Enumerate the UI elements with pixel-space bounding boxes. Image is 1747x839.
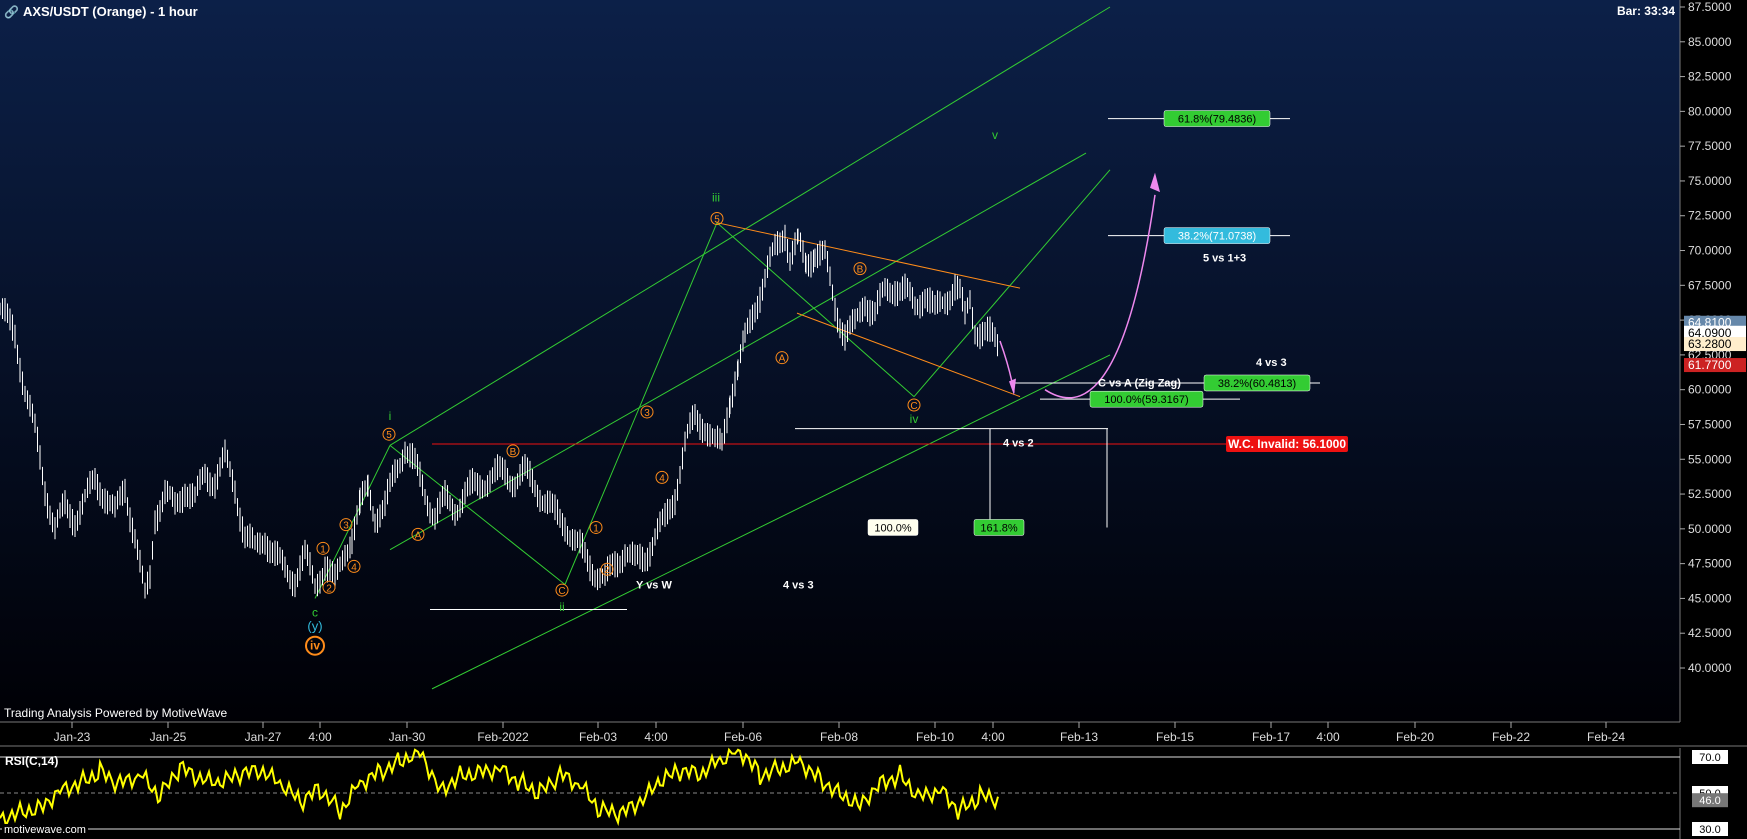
price-tick-label: 77.5000 [1688,139,1732,153]
wave-label-degree: iv [310,639,320,653]
price-tick-label: 80.0000 [1688,104,1732,118]
fib-box-text: 161.8% [980,522,1018,534]
chart-title-bar: 🔗 AXS/USDT (Orange) - 1 hour [4,4,198,19]
wave-label-orange: 1 [593,523,599,534]
wave-label-green: iv [910,412,919,426]
wave-label-orange: A [415,530,422,541]
price-tick-label: 67.5000 [1688,278,1732,292]
time-tick-label: Jan-27 [245,730,282,744]
time-tick-label: 4:00 [644,730,668,744]
fib-box-text: 38.2%(60.4813) [1218,378,1296,390]
time-tick-label: Feb-2022 [477,730,529,744]
analysis-text: 4 vs 2 [1003,438,1034,450]
price-tick-label: 72.5000 [1688,209,1732,223]
price-tick-label: 45.0000 [1688,591,1732,605]
time-tick-label: Jan-23 [54,730,91,744]
time-tick-label: Feb-22 [1492,730,1530,744]
wave-label-green: ii [559,600,564,614]
price-tick-label: 82.5000 [1688,70,1732,84]
price-tick-label: 55.0000 [1688,452,1732,466]
wave-label-orange: B [510,447,517,458]
price-pane-background [0,0,1680,722]
rsi-tick-label: 30.0 [1699,824,1720,836]
time-tick-label: 4:00 [1316,730,1340,744]
wave-label-orange: 3 [343,521,349,532]
wave-label-orange: A [779,354,786,365]
chart-title: AXS/USDT (Orange) - 1 hour [22,4,198,19]
time-tick-label: Feb-24 [1587,730,1625,744]
time-axis-ticks: Jan-23 Jan-25 Jan-27 4:00 Jan-30 Feb-2022 Feb-… [0,721,1680,744]
wave-label-orange: B [857,265,864,276]
rsi-value-text: 46.0 [1699,795,1720,807]
analysis-text: 4 vs 3 [783,580,814,592]
price-tick-label: 85.0000 [1688,35,1732,49]
price-axis-box-text: 61.7700 [1688,358,1732,372]
price-tick-label: 52.5000 [1688,487,1732,501]
wave-label-orange: 1 [320,544,326,555]
time-tick-label: Feb-15 [1156,730,1194,744]
analysis-text: C vs A (Zig Zag) [1098,378,1181,390]
wave-label-orange: 4 [659,473,665,484]
price-tick-label: 70.0000 [1688,244,1732,258]
wave-label-orange: 5 [386,430,392,441]
time-tick-label: Feb-10 [916,730,954,744]
wave-label-green: c [312,605,318,619]
invalidation-text: W.C. Invalid: 56.1000 [1228,437,1346,451]
time-tick-label: 4:00 [981,730,1005,744]
bar-timer: Bar: 33:34 [1616,4,1675,18]
wave-label-cyan: (y) [307,618,322,633]
link-icon[interactable]: 🔗 [4,5,19,19]
wave-label-orange: 5 [714,215,720,226]
wave-label-orange: C [558,586,565,597]
time-tick-label: 4:00 [308,730,332,744]
rsi-label: RSI(C,14) [5,754,59,768]
time-tick-label: Feb-08 [820,730,858,744]
price-axis-box-text: 63.2800 [1688,337,1732,351]
wave-label-orange: C [910,401,917,412]
time-tick-label: Jan-25 [150,730,187,744]
wave-label-orange: 2 [326,583,332,594]
wave-label-orange: 4 [351,562,357,573]
analysis-text: 5 vs 1+3 [1203,252,1246,264]
time-tick-label: Feb-03 [579,730,617,744]
rsi-tick-label: 70.0 [1699,752,1720,764]
watermark: motivewave.com [2,824,88,836]
wave-label-orange: 2 [604,565,610,576]
fib-box-text: 61.8%(79.4836) [1178,114,1256,126]
price-tick-label: 87.5000 [1688,0,1732,14]
price-tick-label: 57.5000 [1688,417,1732,431]
time-tick-label: Feb-20 [1396,730,1434,744]
price-tick-label: 42.5000 [1688,626,1732,640]
analysis-text: Y vs W [636,580,672,592]
fib-box-text: 100.0% [874,522,912,534]
wave-label-green: v [992,128,998,142]
wave-label-green: iii [712,191,720,205]
fib-box-text: 38.2%(71.0738) [1178,231,1256,243]
time-tick-label: Feb-17 [1252,730,1290,744]
time-tick-label: Feb-06 [724,730,762,744]
price-tick-label: 40.0000 [1688,661,1732,675]
price-tick-label: 60.0000 [1688,383,1732,397]
wave-label-orange: 3 [644,408,650,419]
price-tick-label: 47.5000 [1688,557,1732,571]
powered-by-label: Trading Analysis Powered by MotiveWave [4,706,228,720]
price-tick-label: 50.0000 [1688,522,1732,536]
fib-box-text: 100.0%(59.3167) [1104,394,1188,406]
chart-canvas: 40.0000 42.5000 45.0000 47.5000 50.0000 52.50… [0,0,1747,839]
price-axis-boxes: 64.810064.090063.280061.7700 [1684,315,1746,373]
wave-label-green: i [389,409,392,423]
time-tick-label: Feb-13 [1060,730,1098,744]
price-tick-label: 75.0000 [1688,174,1732,188]
analysis-text: 4 vs 3 [1256,357,1287,369]
time-tick-label: Jan-30 [389,730,426,744]
